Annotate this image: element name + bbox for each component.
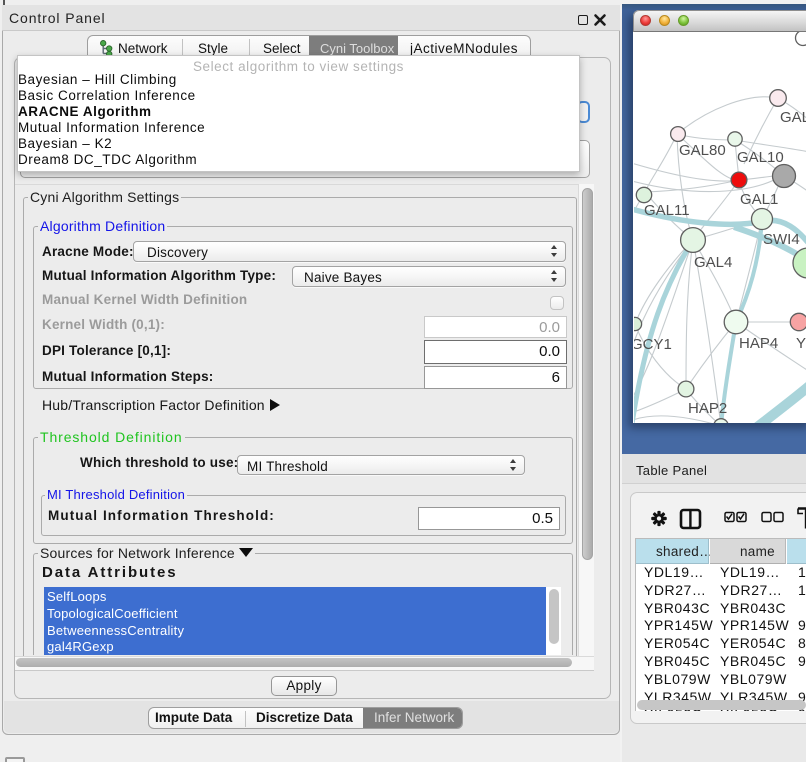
svg-text:GCY1: GCY1: [634, 336, 672, 353]
svg-text:GAL10: GAL10: [737, 149, 784, 166]
svg-text:GAL7: GAL7: [780, 109, 806, 126]
svg-text:HAP4: HAP4: [739, 335, 778, 352]
svg-text:HAP2: HAP2: [688, 400, 727, 417]
svg-text:SWI4: SWI4: [763, 231, 800, 248]
svg-text:GAL4: GAL4: [694, 254, 732, 271]
svg-text:GAL1: GAL1: [740, 191, 778, 208]
svg-text:YJ: YJ: [796, 335, 806, 352]
svg-text:GAL11: GAL11: [644, 202, 690, 219]
svg-text:GAL80: GAL80: [679, 142, 726, 159]
